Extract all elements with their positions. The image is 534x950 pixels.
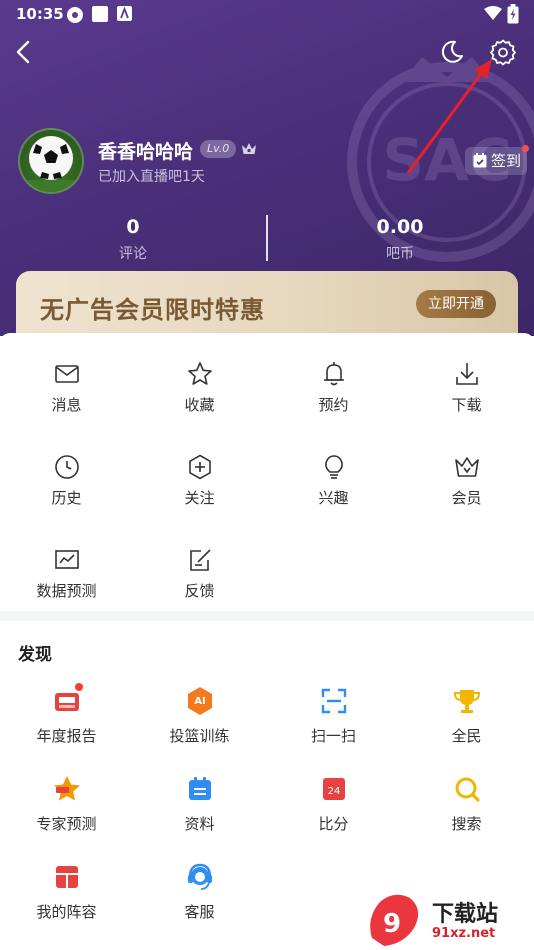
grid-item-favorites[interactable]: 收藏 bbox=[133, 360, 266, 440]
discover-item-my-lineup[interactable]: 我的阵容 bbox=[0, 862, 133, 932]
status-time: 10:35 bbox=[16, 5, 64, 23]
comments-count: 0 bbox=[126, 216, 140, 238]
download-icon bbox=[456, 363, 478, 385]
search-icon bbox=[455, 777, 480, 802]
expert-star-icon bbox=[54, 776, 80, 801]
grid-item-reservations[interactable]: 预约 bbox=[267, 360, 400, 440]
a-notification-icon bbox=[117, 6, 132, 21]
comments-stat[interactable]: 0 评论 bbox=[68, 216, 198, 263]
discover-item-customer-service[interactable]: 客服 bbox=[133, 862, 266, 932]
sign-in-red-dot bbox=[522, 145, 529, 152]
battery-icon bbox=[507, 4, 519, 24]
watermark-text: 下载站 bbox=[432, 902, 499, 927]
star-icon bbox=[188, 362, 212, 385]
wifi-icon bbox=[484, 6, 502, 20]
discover-item-expert-prediction[interactable]: 专家预测 bbox=[0, 774, 133, 844]
app-notification-icon bbox=[67, 7, 83, 23]
comments-label: 评论 bbox=[119, 246, 147, 262]
calendar-icon bbox=[189, 777, 211, 800]
hexagon-plus-icon bbox=[189, 454, 211, 480]
lineup-icon bbox=[56, 866, 78, 888]
grid-label: 关注 bbox=[184, 489, 215, 507]
discover-label: 扫一扫 bbox=[310, 727, 356, 745]
square-notification-icon bbox=[92, 6, 108, 22]
discover-item-all-people[interactable]: 全民 bbox=[400, 686, 533, 756]
vip-crown-badge-icon[interactable] bbox=[240, 139, 258, 157]
crown-icon bbox=[455, 457, 479, 477]
back-icon[interactable] bbox=[12, 38, 36, 66]
feature-grid: 消息 收藏 预约 下载 历史 关注 兴趣 会员 数据预测 反馈 bbox=[0, 333, 534, 611]
coins-stat[interactable]: 0.00 吧币 bbox=[335, 216, 465, 263]
profile-header: SAC 10:35 香香哈哈哈 Lv.0 已加入直播吧1天 签到 0 评论 0.… bbox=[0, 0, 534, 336]
stat-divider bbox=[266, 215, 268, 261]
discover-item-annual-report[interactable]: 年度报告 bbox=[0, 683, 133, 756]
annual-report-red-dot bbox=[75, 683, 83, 691]
grid-item-interests[interactable]: 兴趣 bbox=[267, 453, 400, 533]
svg-text:9: 9 bbox=[383, 909, 401, 939]
discover-label: 比分 bbox=[318, 815, 349, 833]
grid-item-membership[interactable]: 会员 bbox=[400, 453, 533, 533]
grid-item-follow[interactable]: 关注 bbox=[133, 453, 266, 533]
grid-label: 预约 bbox=[318, 396, 349, 414]
discover-label: 资料 bbox=[184, 815, 215, 833]
discover-label: 全民 bbox=[451, 727, 482, 745]
svg-text:24: 24 bbox=[328, 786, 341, 797]
vip-promo-title: 无广告会员限时特惠 bbox=[40, 296, 265, 324]
username[interactable]: 香香哈哈哈 bbox=[98, 137, 193, 164]
grid-label: 消息 bbox=[51, 396, 82, 414]
grid-label: 收藏 bbox=[184, 396, 215, 414]
svg-text:AI: AI bbox=[194, 696, 205, 707]
discover-title: 发现 bbox=[18, 645, 52, 665]
soccer-ball-avatar-icon bbox=[20, 136, 82, 192]
chart-icon bbox=[55, 550, 79, 569]
grid-item-history[interactable]: 历史 bbox=[0, 453, 133, 533]
grid-item-downloads[interactable]: 下载 bbox=[400, 360, 533, 440]
discover-label: 年度报告 bbox=[36, 727, 97, 745]
watermark-url: 91xz.net bbox=[432, 926, 496, 941]
grid-label: 历史 bbox=[51, 489, 82, 507]
discover-item-data[interactable]: 资料 bbox=[133, 774, 266, 844]
grid-label: 数据预测 bbox=[36, 582, 97, 600]
grid-label: 会员 bbox=[451, 489, 482, 507]
headset-icon bbox=[188, 863, 212, 890]
bell-icon bbox=[324, 362, 344, 386]
lightbulb-icon bbox=[325, 455, 343, 479]
discover-label: 专家预测 bbox=[36, 815, 97, 833]
clock-icon bbox=[55, 455, 79, 479]
ai-badge-icon: AI bbox=[188, 687, 212, 715]
discover-item-search[interactable]: 搜索 bbox=[400, 774, 533, 844]
scan-icon bbox=[321, 688, 347, 714]
discover-label: 投篮训练 bbox=[169, 727, 230, 745]
grid-item-messages[interactable]: 消息 bbox=[0, 360, 133, 440]
coins-count: 0.00 bbox=[376, 216, 424, 238]
trophy-icon bbox=[453, 690, 481, 713]
discover-label: 我的阵容 bbox=[36, 903, 97, 921]
section-gap bbox=[0, 611, 534, 621]
status-bar: 10:35 bbox=[0, 0, 534, 28]
discover-item-shooting-training[interactable]: AI 投篮训练 bbox=[133, 686, 266, 756]
discover-label: 搜索 bbox=[451, 815, 482, 833]
discover-label: 客服 bbox=[184, 903, 215, 921]
coins-label: 吧币 bbox=[386, 246, 414, 262]
edit-icon bbox=[190, 549, 211, 571]
discover-item-scan[interactable]: 扫一扫 bbox=[267, 686, 400, 756]
score-icon: 24 bbox=[323, 778, 345, 800]
joined-text: 已加入直播吧1天 bbox=[98, 169, 205, 185]
grid-label: 兴趣 bbox=[318, 489, 349, 507]
mail-icon bbox=[55, 365, 79, 383]
grid-label: 下载 bbox=[451, 396, 482, 414]
vip-promo-banner[interactable]: 无广告会员限时特惠 立即开通 bbox=[16, 271, 518, 336]
level-badge: Lv.0 bbox=[200, 140, 237, 158]
avatar[interactable] bbox=[18, 128, 84, 194]
discover-item-score[interactable]: 24 比分 bbox=[267, 774, 400, 844]
vip-open-button[interactable]: 立即开通 bbox=[416, 290, 496, 318]
grid-label: 反馈 bbox=[184, 582, 215, 600]
annotation-arrow-icon bbox=[406, 59, 492, 174]
